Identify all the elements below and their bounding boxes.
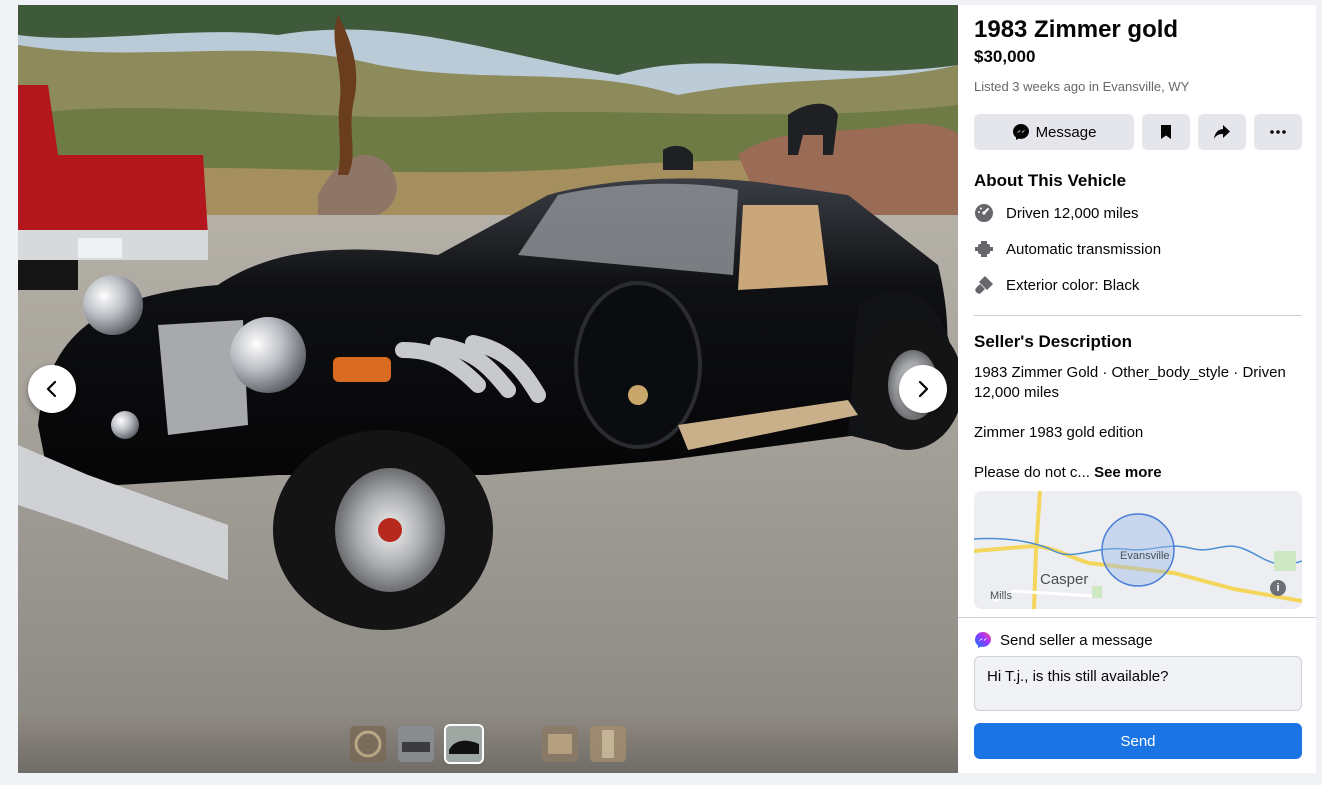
speedometer-icon <box>974 203 994 223</box>
map-label-casper: Casper <box>1040 571 1089 588</box>
section-divider <box>974 315 1302 316</box>
more-options-button[interactable] <box>1254 114 1302 150</box>
save-button[interactable] <box>1142 114 1190 150</box>
chevron-left-icon <box>46 380 57 398</box>
listing-location[interactable]: Evansville, WY <box>1103 79 1190 94</box>
description-heading: Seller's Description <box>974 332 1133 351</box>
spec-mileage-text: Driven 12,000 miles <box>1006 204 1139 222</box>
description-truncated: Please do not c... See more <box>974 463 1294 483</box>
previous-photo-button[interactable] <box>28 365 76 413</box>
main-photo <box>18 5 958 714</box>
action-bar: Message <box>974 114 1302 150</box>
share-arrow-icon <box>1214 125 1230 139</box>
map-label-evansville: Evansville <box>1120 550 1170 562</box>
description-text: Please do not c... <box>974 464 1090 481</box>
paint-icon <box>974 275 994 295</box>
message-input[interactable]: Hi T.j., is this still available? <box>974 656 1302 711</box>
location-map[interactable]: Casper Evansville Mills i <box>974 491 1302 609</box>
bookmark-icon <box>1161 125 1171 139</box>
spec-transmission-text: Automatic transmission <box>1006 240 1162 258</box>
thumbnail[interactable] <box>542 725 578 762</box>
chevron-right-icon <box>918 380 929 398</box>
spec-transmission: Automatic transmission <box>974 239 1161 259</box>
send-button[interactable]: Send <box>974 723 1302 759</box>
description-summary: 1983 Zimmer Gold · Other_body_style · Dr… <box>974 364 1286 401</box>
listed-time: Listed 3 weeks ago in <box>974 79 1103 94</box>
message-button[interactable]: Message <box>974 114 1134 150</box>
listing-price: $30,000 <box>974 47 1036 66</box>
thumbnail-active[interactable] <box>444 723 484 764</box>
thumbnail[interactable] <box>590 725 626 762</box>
thumbnail[interactable] <box>398 725 434 762</box>
send-message-header: Send seller a message <box>974 631 1153 649</box>
message-button-label: Message <box>1035 123 1097 141</box>
share-button[interactable] <box>1198 114 1246 150</box>
spec-mileage: Driven 12,000 miles <box>974 203 1139 223</box>
photo-viewer <box>18 5 958 773</box>
panel-divider <box>958 617 1316 618</box>
map-info-icon[interactable]: i <box>1270 580 1286 596</box>
description-line: Zimmer 1983 gold edition <box>974 424 1144 441</box>
listing-panel: 1983 Zimmer gold $30,000 Listed 3 weeks … <box>958 5 1316 773</box>
spec-color-text: Exterior color: Black <box>1006 276 1140 294</box>
messenger-icon <box>1012 124 1029 140</box>
about-heading: About This Vehicle <box>974 171 1127 190</box>
see-more-link[interactable]: See more <box>1094 464 1162 481</box>
next-photo-button[interactable] <box>899 365 947 413</box>
send-message-heading: Send seller a message <box>1000 631 1153 649</box>
spec-color: Exterior color: Black <box>974 275 1139 295</box>
more-dots-icon <box>1270 130 1286 134</box>
listing-title: 1983 Zimmer gold <box>974 16 1179 43</box>
map-label-mills: Mills <box>990 590 1012 602</box>
thumbnail[interactable] <box>350 725 386 762</box>
listing-meta: Listed 3 weeks ago in Evansville, WY <box>974 79 1189 94</box>
transmission-icon <box>974 239 994 259</box>
messenger-gradient-icon <box>975 632 991 648</box>
thumbnail-strip <box>18 714 958 773</box>
